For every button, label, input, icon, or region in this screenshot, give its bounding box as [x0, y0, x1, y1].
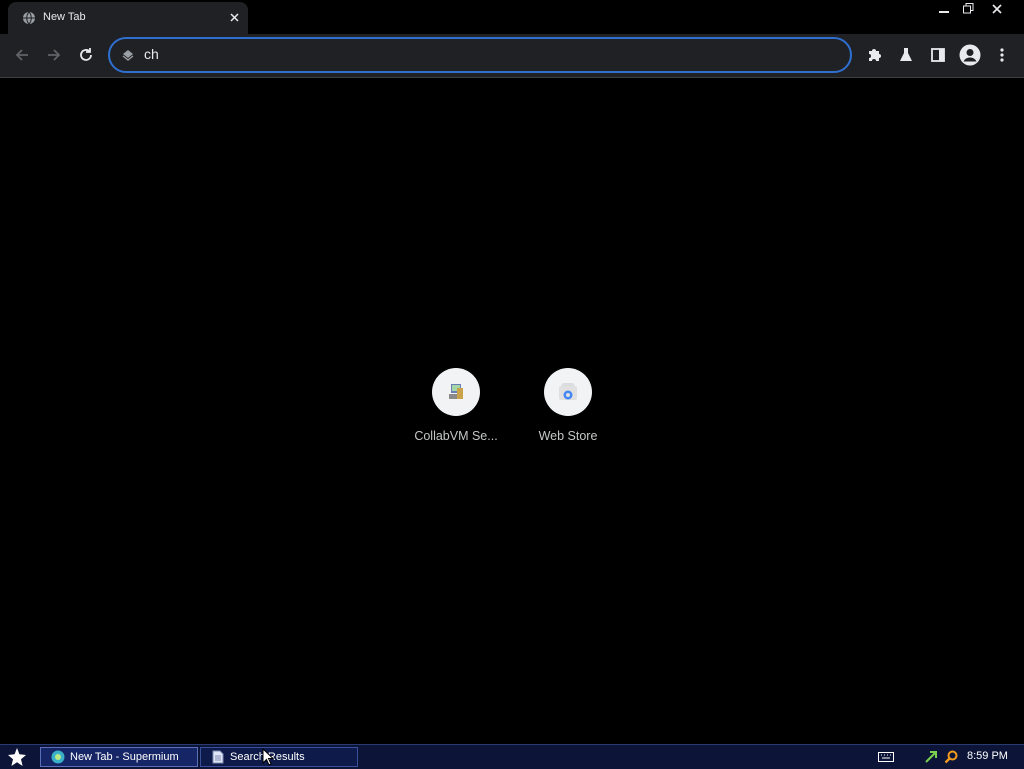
task-search-results[interactable]: Search Results	[200, 747, 358, 767]
minimize-icon[interactable]	[934, 0, 954, 17]
tab-title: New Tab	[43, 11, 86, 23]
window-controls	[934, 0, 1012, 18]
forward-button[interactable]	[42, 43, 66, 67]
avatar-icon	[959, 44, 981, 66]
flask-icon	[900, 48, 912, 61]
mouse-cursor-icon	[262, 748, 274, 766]
more-vert-icon	[1000, 48, 1004, 62]
shortcut-label: CollabVM Se...	[414, 429, 498, 443]
supermium-icon	[51, 750, 65, 764]
side-panel-icon	[931, 48, 945, 62]
task-label: New Tab - Supermium	[70, 751, 179, 763]
puzzle-icon	[869, 49, 881, 61]
shortcut-icon-circle	[432, 368, 480, 416]
arrow-right-icon	[48, 49, 61, 61]
back-button[interactable]	[10, 43, 34, 67]
browser-toolbar: ch	[0, 34, 1024, 78]
reload-button[interactable]	[74, 43, 98, 67]
menu-button[interactable]	[990, 43, 1014, 67]
shortcut-web-store[interactable]: Web Store	[512, 368, 624, 448]
clock: 8:59 PM	[967, 750, 1008, 762]
address-input[interactable]: ch	[144, 46, 159, 62]
address-bar[interactable]: ch	[108, 37, 852, 73]
task-new-tab-supermium[interactable]: New Tab - Supermium	[40, 747, 198, 767]
network-icon[interactable]	[923, 749, 939, 765]
keyboard-icon[interactable]	[878, 749, 894, 765]
shortcut-collabvm[interactable]: CollabVM Se...	[400, 368, 512, 448]
taskbar: New Tab - Supermium Search Results 8:59 …	[0, 744, 1024, 769]
new-tab-page: CollabVM Se... Web Store	[0, 78, 1024, 744]
reload-icon	[80, 48, 92, 61]
labs-button[interactable]	[894, 43, 918, 67]
tab-close-icon[interactable]	[226, 9, 242, 25]
web-store-icon	[559, 383, 577, 400]
side-panel-button[interactable]	[926, 43, 950, 67]
close-window-icon[interactable]	[982, 0, 1012, 17]
computer-icon	[449, 384, 463, 399]
tab-new-tab[interactable]: New Tab	[8, 2, 248, 34]
document-icon	[211, 750, 225, 764]
shortcut-label: Web Store	[538, 429, 598, 443]
page-icon	[122, 50, 134, 61]
shortcut-icon-circle	[544, 368, 592, 416]
restore-icon[interactable]	[958, 0, 978, 17]
extensions-button[interactable]	[862, 43, 886, 67]
arrow-left-icon	[15, 49, 28, 61]
globe-icon	[23, 11, 35, 25]
profile-button[interactable]	[958, 43, 982, 67]
search-icon[interactable]	[943, 749, 959, 765]
start-star-icon	[8, 748, 26, 766]
start-button[interactable]	[6, 747, 28, 767]
tab-strip: New Tab	[0, 0, 1024, 34]
